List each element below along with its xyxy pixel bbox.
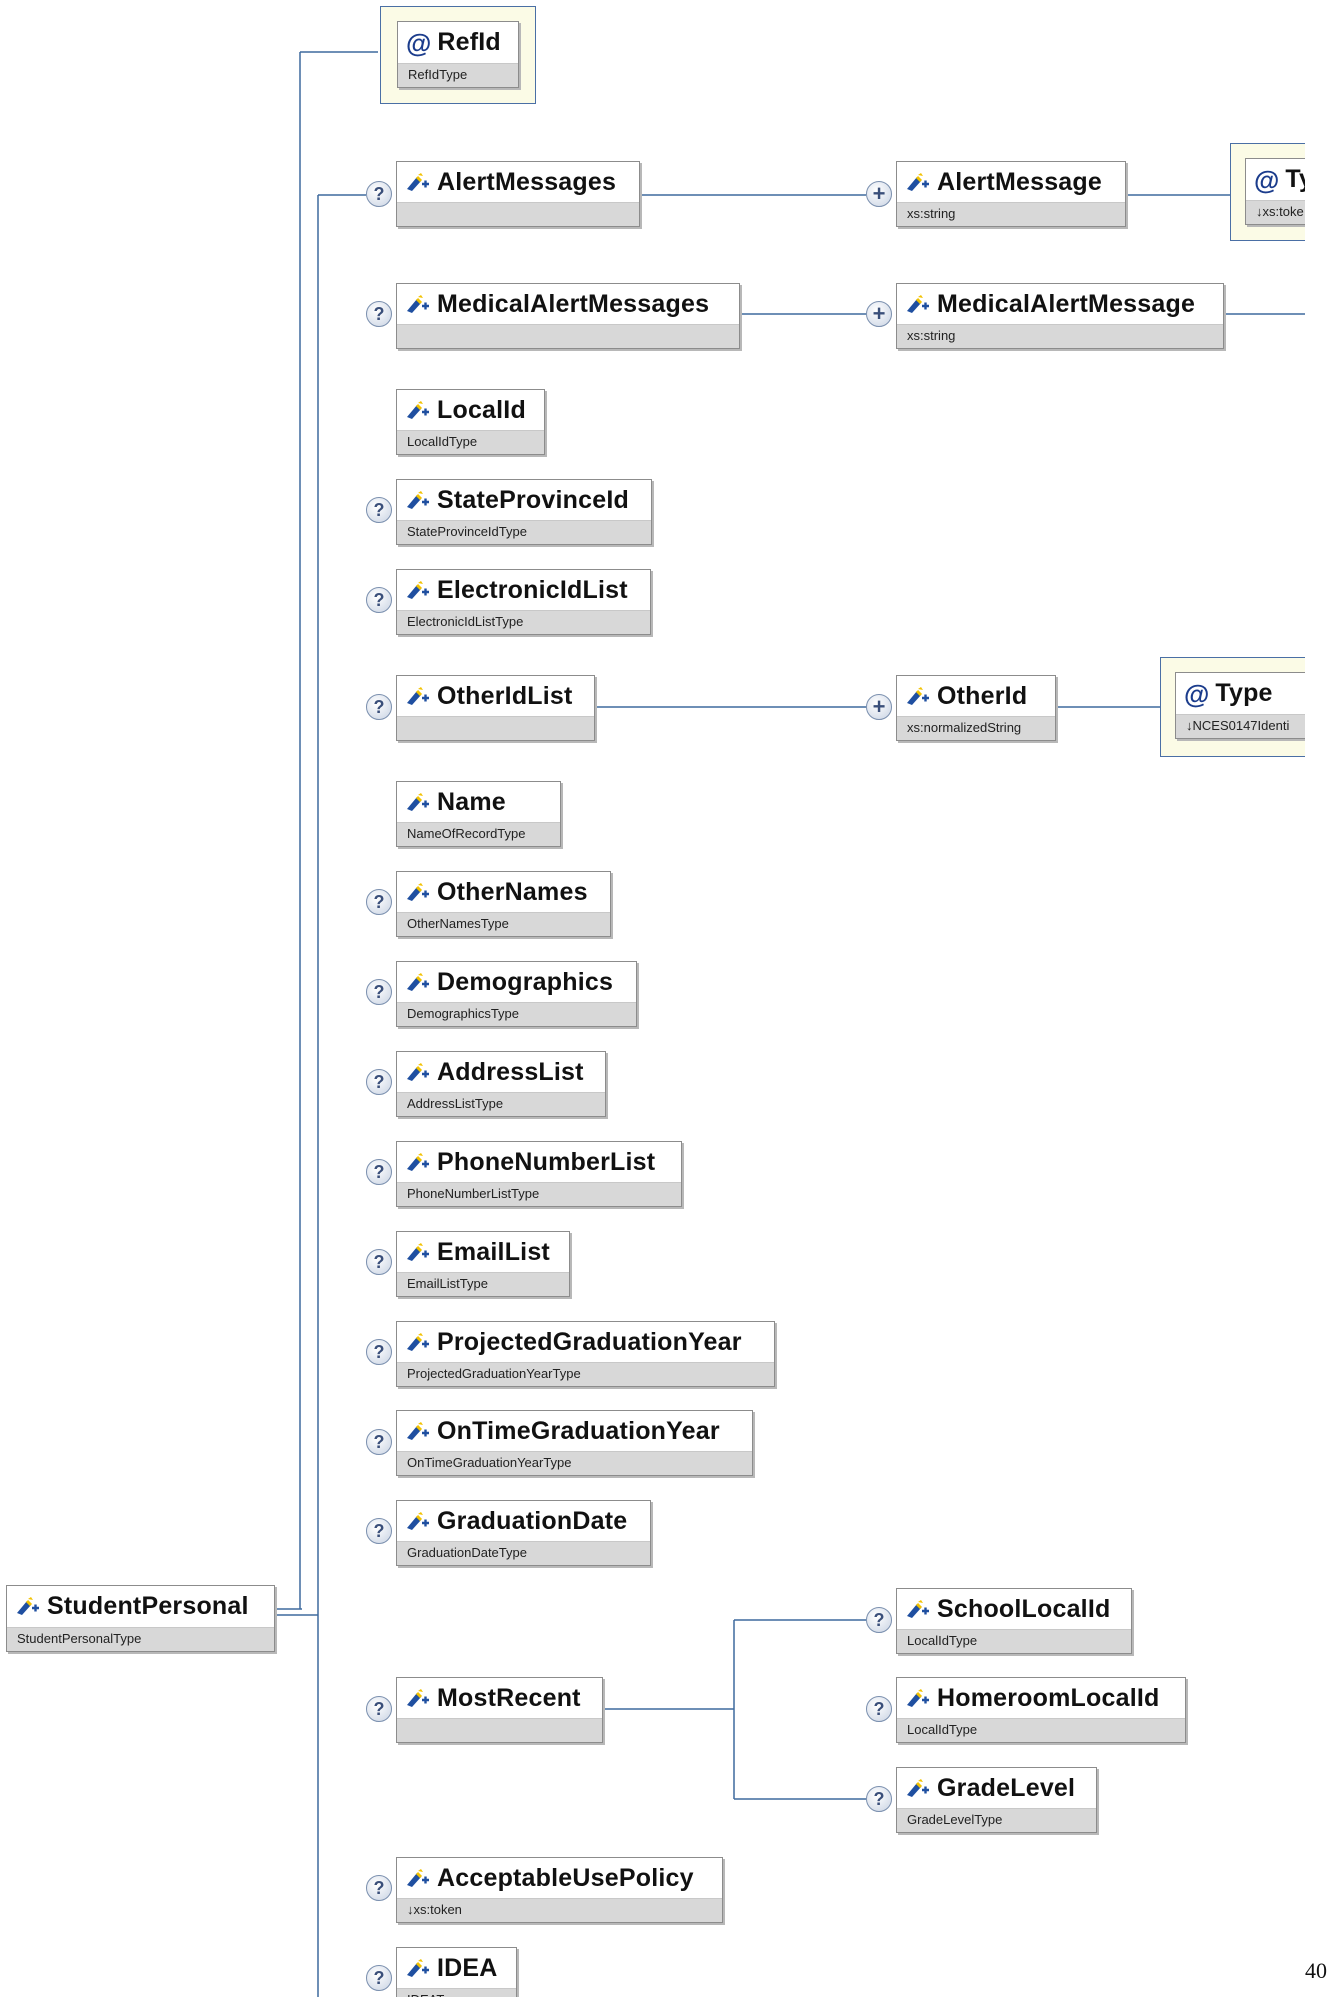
optional-icon: ? [366, 1159, 392, 1185]
repeating-expand-icon[interactable]: + [866, 694, 892, 720]
element-icon [905, 1778, 931, 1800]
element-icon [405, 1242, 431, 1264]
otherid-type-attribute-group: @ Type ↓NCES0147Identi [1160, 657, 1305, 757]
element-icon [405, 1062, 431, 1084]
element-icon [405, 294, 431, 316]
optional-icon: ? [366, 1875, 392, 1901]
optional-icon: ? [366, 889, 392, 915]
optional-icon: ? [366, 1429, 392, 1455]
optional-icon: ? [366, 587, 392, 613]
element-localid[interactable]: LocalId LocalIdType [396, 389, 545, 455]
refid-attribute[interactable]: @ RefId RefIdType [397, 21, 519, 88]
element-icon [405, 972, 431, 994]
element-electronicidlist[interactable]: ElectronicIdList ElectronicIdListType [396, 569, 651, 635]
element-icon [15, 1596, 41, 1618]
element-homeroomlocalid[interactable]: HomeroomLocalId LocalIdType [896, 1677, 1186, 1743]
optional-icon: ? [366, 1696, 392, 1722]
optional-icon: ? [366, 979, 392, 1005]
attribute-icon: @ [406, 27, 432, 58]
element-demographics[interactable]: Demographics DemographicsType [396, 961, 637, 1027]
element-otheridlist[interactable]: OtherIdList [396, 675, 595, 741]
element-icon [905, 686, 931, 708]
optional-icon: ? [366, 1965, 392, 1991]
element-icon [405, 1152, 431, 1174]
optional-icon: ? [366, 1249, 392, 1275]
element-graduationdate[interactable]: GraduationDate GraduationDateType [396, 1500, 651, 1566]
optional-icon: ? [366, 694, 392, 720]
attribute-icon: @ [1184, 678, 1210, 709]
element-icon [905, 294, 931, 316]
element-emaillist[interactable]: EmailList EmailListType [396, 1231, 570, 1297]
optional-icon: ? [866, 1607, 892, 1633]
element-idea[interactable]: IDEA IDEAType [396, 1947, 517, 1997]
element-icon [905, 1599, 931, 1621]
alertmessage-type-attribute[interactable]: @Ty ↓xs:toke [1245, 158, 1305, 225]
alertmessage-type-attribute-group: @Ty ↓xs:toke [1230, 143, 1305, 241]
schema-diagram-canvas: @ RefId RefIdType StudentPersonal Student… [0, 0, 1305, 1997]
otherid-type-attribute[interactable]: @ Type ↓NCES0147Identi [1175, 672, 1305, 739]
element-icon [405, 1958, 431, 1980]
optional-icon: ? [366, 1518, 392, 1544]
root-type: StudentPersonalType [7, 1627, 274, 1651]
element-otherid[interactable]: OtherId xs:normalizedString [896, 675, 1056, 741]
element-addresslist[interactable]: AddressList AddressListType [396, 1051, 606, 1117]
optional-icon: ? [366, 181, 392, 207]
element-icon [405, 1332, 431, 1354]
element-othernames[interactable]: OtherNames OtherNamesType [396, 871, 611, 937]
optional-icon: ? [366, 301, 392, 327]
optional-icon: ? [366, 1339, 392, 1365]
optional-icon: ? [866, 1696, 892, 1722]
element-icon [405, 792, 431, 814]
element-ontimegraduationyear[interactable]: OnTimeGraduationYear OnTimeGraduationYea… [396, 1410, 753, 1476]
attribute-icon: @ [1254, 164, 1280, 195]
element-icon [405, 172, 431, 194]
optional-icon: ? [366, 1069, 392, 1095]
element-phonenumberlist[interactable]: PhoneNumberList PhoneNumberListType [396, 1141, 682, 1207]
element-icon [905, 1688, 931, 1710]
element-alertmessage[interactable]: AlertMessage xs:string [896, 161, 1126, 227]
element-acceptableusepolicy[interactable]: AcceptableUsePolicy ↓xs:token [396, 1857, 723, 1923]
element-mostrecent[interactable]: MostRecent [396, 1677, 603, 1743]
element-icon [405, 882, 431, 904]
refid-type: RefIdType [398, 63, 518, 87]
element-icon [405, 580, 431, 602]
optional-icon: ? [366, 497, 392, 523]
element-schoollocalid[interactable]: SchoolLocalId LocalIdType [896, 1588, 1132, 1654]
element-gradelevel[interactable]: GradeLevel GradeLevelType [896, 1767, 1097, 1833]
optional-icon: ? [866, 1786, 892, 1812]
element-icon [405, 1868, 431, 1890]
element-icon [405, 400, 431, 422]
element-alertmessages[interactable]: AlertMessages [396, 161, 640, 227]
element-projectedgraduationyear[interactable]: ProjectedGraduationYear ProjectedGraduat… [396, 1321, 775, 1387]
element-icon [405, 1688, 431, 1710]
element-icon [405, 490, 431, 512]
repeating-expand-icon[interactable]: + [866, 181, 892, 207]
repeating-expand-icon[interactable]: + [866, 301, 892, 327]
element-icon [405, 686, 431, 708]
element-medicalalertmessage[interactable]: MedicalAlertMessage xs:string [896, 283, 1224, 349]
element-icon [405, 1421, 431, 1443]
page-number: 40 [1305, 1958, 1327, 1983]
element-name[interactable]: Name NameOfRecordType [396, 781, 561, 847]
element-medicalalertmessages[interactable]: MedicalAlertMessages [396, 283, 740, 349]
element-icon [405, 1511, 431, 1533]
element-stateprovinceid[interactable]: StateProvinceId StateProvinceIdType [396, 479, 652, 545]
element-icon [905, 172, 931, 194]
root-element-studentpersonal[interactable]: StudentPersonal StudentPersonalType [6, 1585, 275, 1652]
refid-attribute-group: @ RefId RefIdType [380, 6, 536, 104]
